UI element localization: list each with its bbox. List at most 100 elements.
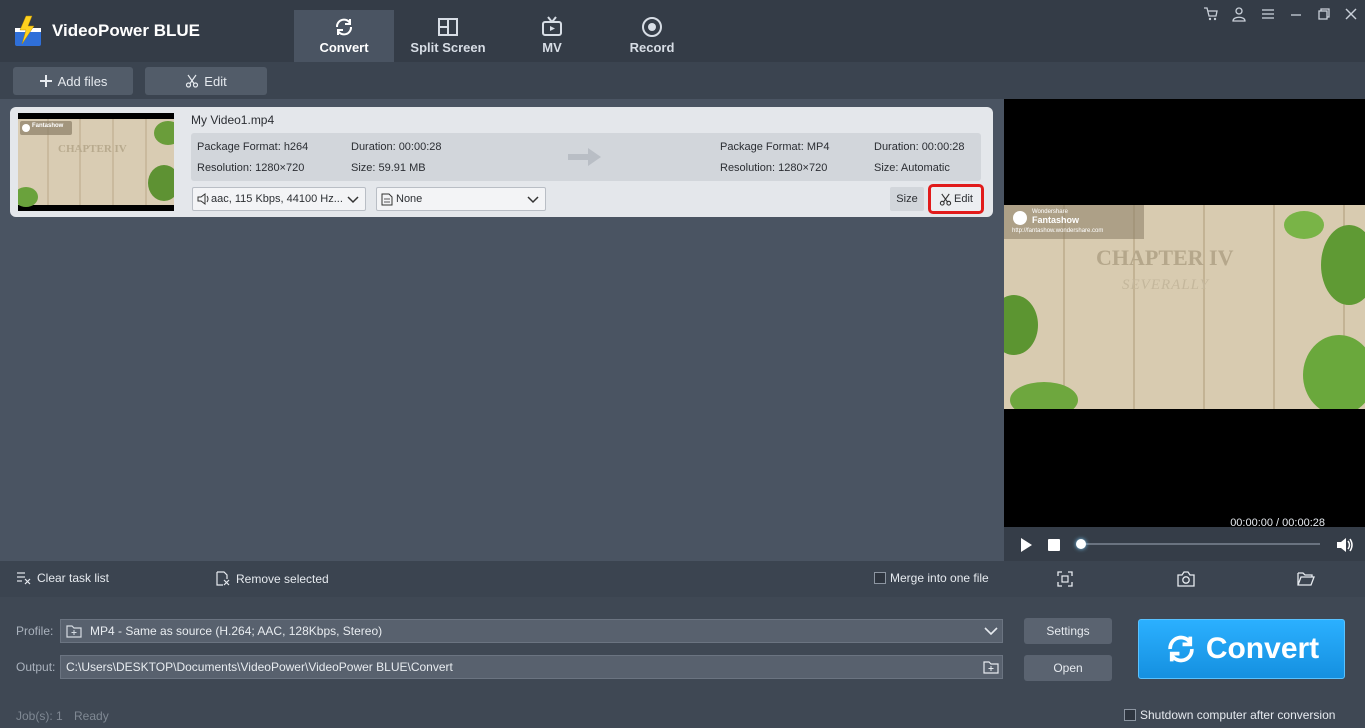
target-resolution: Resolution: 1280×720 bbox=[720, 162, 828, 174]
source-duration: Duration: 00:00:28 bbox=[351, 141, 442, 153]
tab-label: Split Screen bbox=[410, 40, 486, 55]
add-files-button[interactable]: Add files bbox=[13, 67, 133, 95]
source-package-format: Package Format: h264 bbox=[197, 141, 309, 153]
file-name: My Video1.mp4 bbox=[191, 113, 275, 127]
scissors-icon bbox=[939, 193, 952, 206]
remove-selected-button[interactable]: Remove selected bbox=[216, 571, 329, 586]
chevron-down-icon bbox=[527, 196, 539, 204]
tab-record[interactable]: Record bbox=[602, 10, 702, 62]
profile-dropdown[interactable]: MP4 - Same as source (H.264; AAC, 128Kbp… bbox=[60, 619, 1003, 643]
output-label: Output: bbox=[16, 660, 56, 674]
merge-checkbox-box[interactable] bbox=[874, 572, 886, 584]
shutdown-checkbox-box[interactable] bbox=[1124, 709, 1136, 721]
player-controls bbox=[1004, 527, 1365, 561]
convert-button-label: Convert bbox=[1205, 632, 1320, 665]
preview-brand: Fantashow bbox=[1032, 215, 1080, 225]
app-title: VideoPower BLUE bbox=[52, 21, 200, 40]
record-icon bbox=[642, 17, 662, 37]
task-item[interactable]: Fantashow CHAPTER IV My Video1.mp4 Packa… bbox=[10, 107, 993, 217]
size-button[interactable]: Size bbox=[890, 187, 924, 211]
open-folder-icon[interactable] bbox=[1297, 571, 1315, 586]
document-icon bbox=[381, 193, 393, 205]
edit-button[interactable]: Edit bbox=[145, 67, 267, 95]
output-settings: Profile: MP4 - Same as source (H.264; AA… bbox=[0, 597, 1365, 702]
scissors-icon bbox=[186, 74, 199, 88]
settings-button[interactable]: Settings bbox=[1024, 618, 1112, 644]
video-preview: Wondershare Fantashow http://fantashow.w… bbox=[1004, 99, 1365, 561]
merge-label: Merge into one file bbox=[890, 571, 989, 585]
camera-icon[interactable] bbox=[1177, 571, 1195, 587]
app-logo bbox=[15, 15, 41, 46]
task-actions-bar: Clear task list Remove selected Merge in… bbox=[0, 561, 1365, 597]
add-files-label: Add files bbox=[57, 73, 108, 89]
browse-folder-icon[interactable] bbox=[983, 660, 999, 674]
fullscreen-icon[interactable] bbox=[1057, 571, 1073, 587]
folder-icon bbox=[66, 624, 82, 638]
tab-split-screen[interactable]: Split Screen bbox=[398, 10, 498, 62]
target-duration: Duration: 00:00:28 bbox=[874, 141, 965, 153]
clear-task-list-label: Clear task list bbox=[37, 571, 110, 585]
preview-chapter: CHAPTER IV bbox=[1096, 245, 1234, 270]
seek-bar[interactable] bbox=[1080, 543, 1320, 545]
target-size: Size: Automatic bbox=[874, 162, 950, 174]
cart-icon[interactable] bbox=[1203, 6, 1219, 22]
tab-label: MV bbox=[542, 40, 562, 55]
tab-convert[interactable]: Convert bbox=[294, 10, 394, 62]
speaker-icon bbox=[197, 193, 209, 205]
task-list: Fantashow CHAPTER IV My Video1.mp4 Packa… bbox=[0, 99, 1003, 561]
preview-url: http://fantashow.wondershare.com bbox=[1012, 228, 1104, 234]
source-resolution: Resolution: 1280×720 bbox=[197, 162, 305, 174]
title-bar: VideoPower BLUE Convert Split Screen MV bbox=[0, 0, 1365, 62]
restore-icon[interactable] bbox=[1316, 6, 1332, 22]
merge-checkbox[interactable]: Merge into one file bbox=[874, 571, 989, 585]
tab-mv[interactable]: MV bbox=[502, 10, 602, 62]
subtitle-value: None bbox=[396, 193, 423, 205]
toolbar: Add files Edit bbox=[0, 62, 1365, 99]
size-button-label: Size bbox=[896, 193, 918, 205]
shutdown-label: Shutdown computer after conversion bbox=[1140, 708, 1336, 722]
plus-icon bbox=[39, 75, 52, 87]
thumb-brand: Fantashow bbox=[32, 123, 64, 129]
split-screen-icon bbox=[438, 18, 458, 36]
tv-icon bbox=[542, 16, 562, 36]
profile-label: Profile: bbox=[16, 624, 54, 638]
play-icon[interactable] bbox=[1019, 537, 1033, 553]
arrow-right-icon bbox=[568, 148, 601, 166]
clear-task-list-button[interactable]: Clear task list bbox=[16, 571, 109, 585]
tab-label: Convert bbox=[319, 40, 369, 55]
task-edit-label: Edit bbox=[954, 193, 973, 205]
audio-track-dropdown[interactable]: aac, 115 Kbps, 44100 Hz... bbox=[192, 187, 366, 211]
status-text: Ready bbox=[74, 709, 109, 723]
convert-button[interactable]: Convert bbox=[1138, 619, 1345, 679]
user-icon[interactable] bbox=[1231, 6, 1247, 22]
menu-icon[interactable] bbox=[1260, 6, 1276, 22]
chevron-down-icon bbox=[984, 627, 998, 636]
thumb-chapter: CHAPTER IV bbox=[58, 143, 127, 155]
open-button[interactable]: Open bbox=[1024, 655, 1112, 681]
volume-icon[interactable] bbox=[1336, 537, 1354, 553]
remove-selected-label: Remove selected bbox=[236, 571, 329, 586]
tab-label: Record bbox=[629, 40, 675, 55]
minimize-icon[interactable] bbox=[1288, 6, 1304, 22]
output-path-field[interactable]: C:\Users\DESKTOP\Documents\VideoPower\Vi… bbox=[60, 655, 1003, 679]
audio-track-value: aac, 115 Kbps, 44100 Hz... bbox=[211, 193, 343, 205]
edit-label: Edit bbox=[204, 73, 227, 89]
target-package-format: Package Format: MP4 bbox=[720, 141, 830, 153]
preview-frame[interactable]: Wondershare Fantashow http://fantashow.w… bbox=[1004, 205, 1365, 409]
output-path-value: C:\Users\DESKTOP\Documents\VideoPower\Vi… bbox=[66, 660, 453, 674]
shutdown-checkbox[interactable]: Shutdown computer after conversion bbox=[1124, 708, 1335, 722]
clear-list-icon bbox=[17, 572, 31, 585]
refresh-icon bbox=[336, 18, 352, 36]
video-thumbnail[interactable]: Fantashow CHAPTER IV bbox=[18, 113, 174, 211]
stop-icon[interactable] bbox=[1047, 538, 1061, 552]
profile-value: MP4 - Same as source (H.264; AAC, 128Kbp… bbox=[90, 624, 383, 638]
task-edit-button[interactable]: Edit bbox=[928, 184, 984, 214]
preview-subtitle: SEVERALLY bbox=[1122, 277, 1210, 293]
open-button-label: Open bbox=[1053, 661, 1083, 675]
settings-button-label: Settings bbox=[1046, 624, 1090, 638]
subtitle-dropdown[interactable]: None bbox=[376, 187, 546, 211]
status-bar: Job(s): 1 Ready Shutdown computer after … bbox=[0, 702, 1365, 728]
close-icon[interactable] bbox=[1343, 6, 1359, 22]
job-count: Job(s): 1 bbox=[16, 709, 63, 723]
seek-handle[interactable] bbox=[1076, 539, 1086, 549]
